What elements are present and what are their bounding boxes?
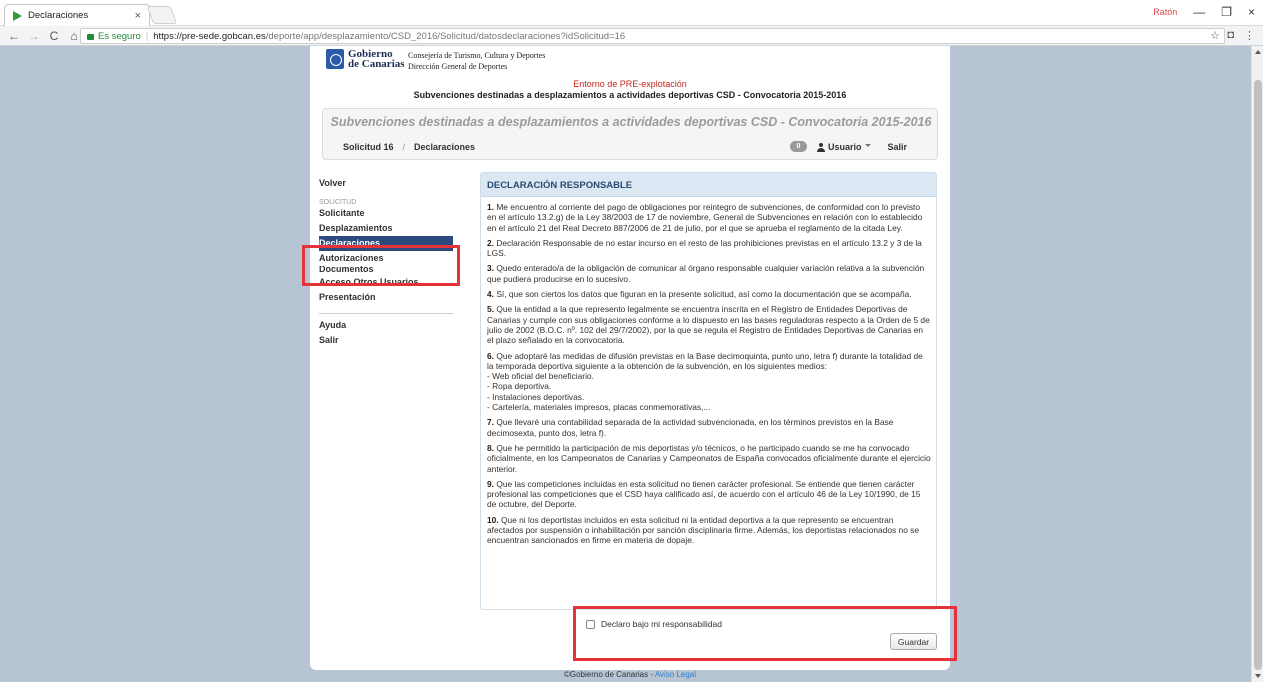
sidebar-section-solicitud: SOLICITUD	[319, 198, 357, 206]
page-container: Gobierno de Canarias Consejería de Turis…	[310, 46, 950, 670]
breadcrumb-current: Declaraciones	[414, 142, 476, 152]
url-host: https://pre-sede.gobcan.es	[153, 30, 266, 42]
browser-tab-strip: Declaraciones × Ratón — ❐ ×	[0, 0, 1263, 26]
url-separator: |	[145, 30, 149, 42]
media-item: - Web oficial del beneficiario.	[487, 371, 594, 382]
scroll-thumb[interactable]	[1254, 80, 1262, 670]
forward-icon[interactable]: →	[26, 29, 42, 43]
media-item: - Cartelería, materiales impresos, placa…	[487, 402, 711, 413]
lock-icon	[87, 34, 94, 40]
play-icon	[13, 10, 22, 21]
url-input[interactable]: Es seguro | https://pre-sede.gobcan.es /…	[80, 28, 1225, 44]
breadcrumb-solicitud[interactable]: Solicitud 16	[343, 142, 394, 152]
declaration-item: 6. Que adoptaré las medidas de difusión …	[487, 350, 923, 413]
restore-icon[interactable]: ❐	[1221, 5, 1232, 19]
hero-banner: Subvenciones destinadas a desplazamiento…	[322, 108, 938, 160]
panel-title: DECLARACIÓN RESPONSABLE	[481, 173, 936, 197]
declaration-item: 1. Me encuentro al corriente del pago de…	[487, 202, 923, 233]
legal-link[interactable]: Aviso Legal	[655, 670, 696, 679]
sidebar-divider	[319, 312, 453, 314]
declaration-item: 8. Que he permitido la participación de …	[487, 442, 931, 474]
tab-close-icon[interactable]: ×	[135, 10, 141, 22]
browser-tab[interactable]: Declaraciones ×	[4, 4, 150, 26]
user-icon	[816, 143, 825, 152]
environment-label: Entorno de PRE-explotación	[573, 79, 687, 89]
declaration-item: 4. Sí, que son ciertos los datos que fig…	[487, 289, 912, 300]
declaration-item: 5. Que la entidad a la que represento le…	[487, 304, 930, 346]
scroll-down-icon[interactable]	[1255, 674, 1261, 678]
declaration-list: 1. Me encuentro al corriente del pago de…	[481, 197, 936, 546]
page-title: Subvenciones destinadas a desplazamiento…	[330, 115, 932, 129]
media-item: - Instalaciones deportivas.	[487, 391, 585, 402]
logo-text: Gobierno de Canarias	[348, 48, 405, 70]
declaration-item: 7. Que llevaré una contabilidad separada…	[487, 417, 894, 438]
breadcrumb: Solicitud 16/Declaraciones	[343, 142, 476, 152]
media-item: - Ropa deportiva.	[487, 381, 552, 392]
notification-badge[interactable]: 0	[789, 141, 807, 152]
sidebar-item-salir[interactable]: Salir	[319, 333, 453, 348]
gobierno-logo[interactable]: Gobierno de Canarias	[326, 48, 405, 70]
sidebar-item-ayuda[interactable]: Ayuda	[319, 318, 453, 333]
highlight-box-sidebar	[302, 245, 460, 286]
logout-link[interactable]: Salir	[887, 142, 907, 152]
consejeria-text: Consejería de Turismo, Cultura y Deporte…	[408, 51, 546, 71]
footer: ©Gobierno de Canarias - Aviso Legal	[563, 670, 697, 679]
url-path: /deporte/app/desplazamiento/CSD_2016/Sol…	[265, 30, 626, 42]
minimize-icon[interactable]: —	[1193, 5, 1205, 19]
seal-icon	[326, 49, 344, 69]
declaration-item: 10. Que ni los deportistas incluidos en …	[487, 514, 920, 546]
sidebar-item-solicitante[interactable]: Solicitante	[319, 206, 453, 221]
declaration-item: 3. Quedo enterado/a de la obligación de …	[487, 263, 925, 284]
window-controls: Ratón — ❐ ×	[1153, 5, 1255, 19]
sidebar-item-presentacion[interactable]: Presentación	[319, 290, 453, 305]
address-bar: ← → C ⌂ Es seguro | https://pre-sede.gob…	[0, 26, 1263, 46]
declaration-item: 9. Que las competiciones incluidas en es…	[487, 478, 921, 510]
sidebar-item-volver[interactable]: Volver	[319, 171, 453, 191]
scroll-up-icon[interactable]	[1255, 50, 1261, 54]
toolbar-right: ◘ ⋮	[1227, 29, 1255, 42]
menu-icon[interactable]: ⋮	[1244, 29, 1255, 42]
page-viewport: Gobierno de Canarias Consejería de Turis…	[0, 46, 1251, 682]
sidebar-item-desplazamientos[interactable]: Desplazamientos	[319, 221, 453, 236]
tab-title: Declaraciones	[28, 10, 89, 21]
secure-label: Es seguro	[98, 30, 141, 42]
user-area: 0 Usuario Salir	[789, 141, 907, 152]
user-menu[interactable]: Usuario	[828, 142, 862, 152]
declaration-panel: DECLARACIÓN RESPONSABLE 1. Me encuentro …	[480, 172, 937, 610]
extension-icon[interactable]: ◘	[1227, 29, 1234, 42]
page-scrollbar[interactable]	[1251, 46, 1263, 682]
chevron-down-icon	[865, 144, 872, 147]
profile-label[interactable]: Ratón	[1153, 7, 1177, 17]
page-subtitle: Subvenciones destinadas a desplazamiento…	[413, 90, 847, 100]
declaration-item: 2. Declaración Responsable de no estar i…	[487, 237, 922, 259]
window-close-icon[interactable]: ×	[1248, 5, 1255, 19]
reload-icon[interactable]: C	[46, 29, 62, 43]
new-tab-button[interactable]	[146, 6, 178, 24]
bookmark-star-icon[interactable]: ☆	[1210, 29, 1220, 42]
back-icon[interactable]: ←	[6, 29, 22, 43]
highlight-box-form	[573, 606, 957, 661]
